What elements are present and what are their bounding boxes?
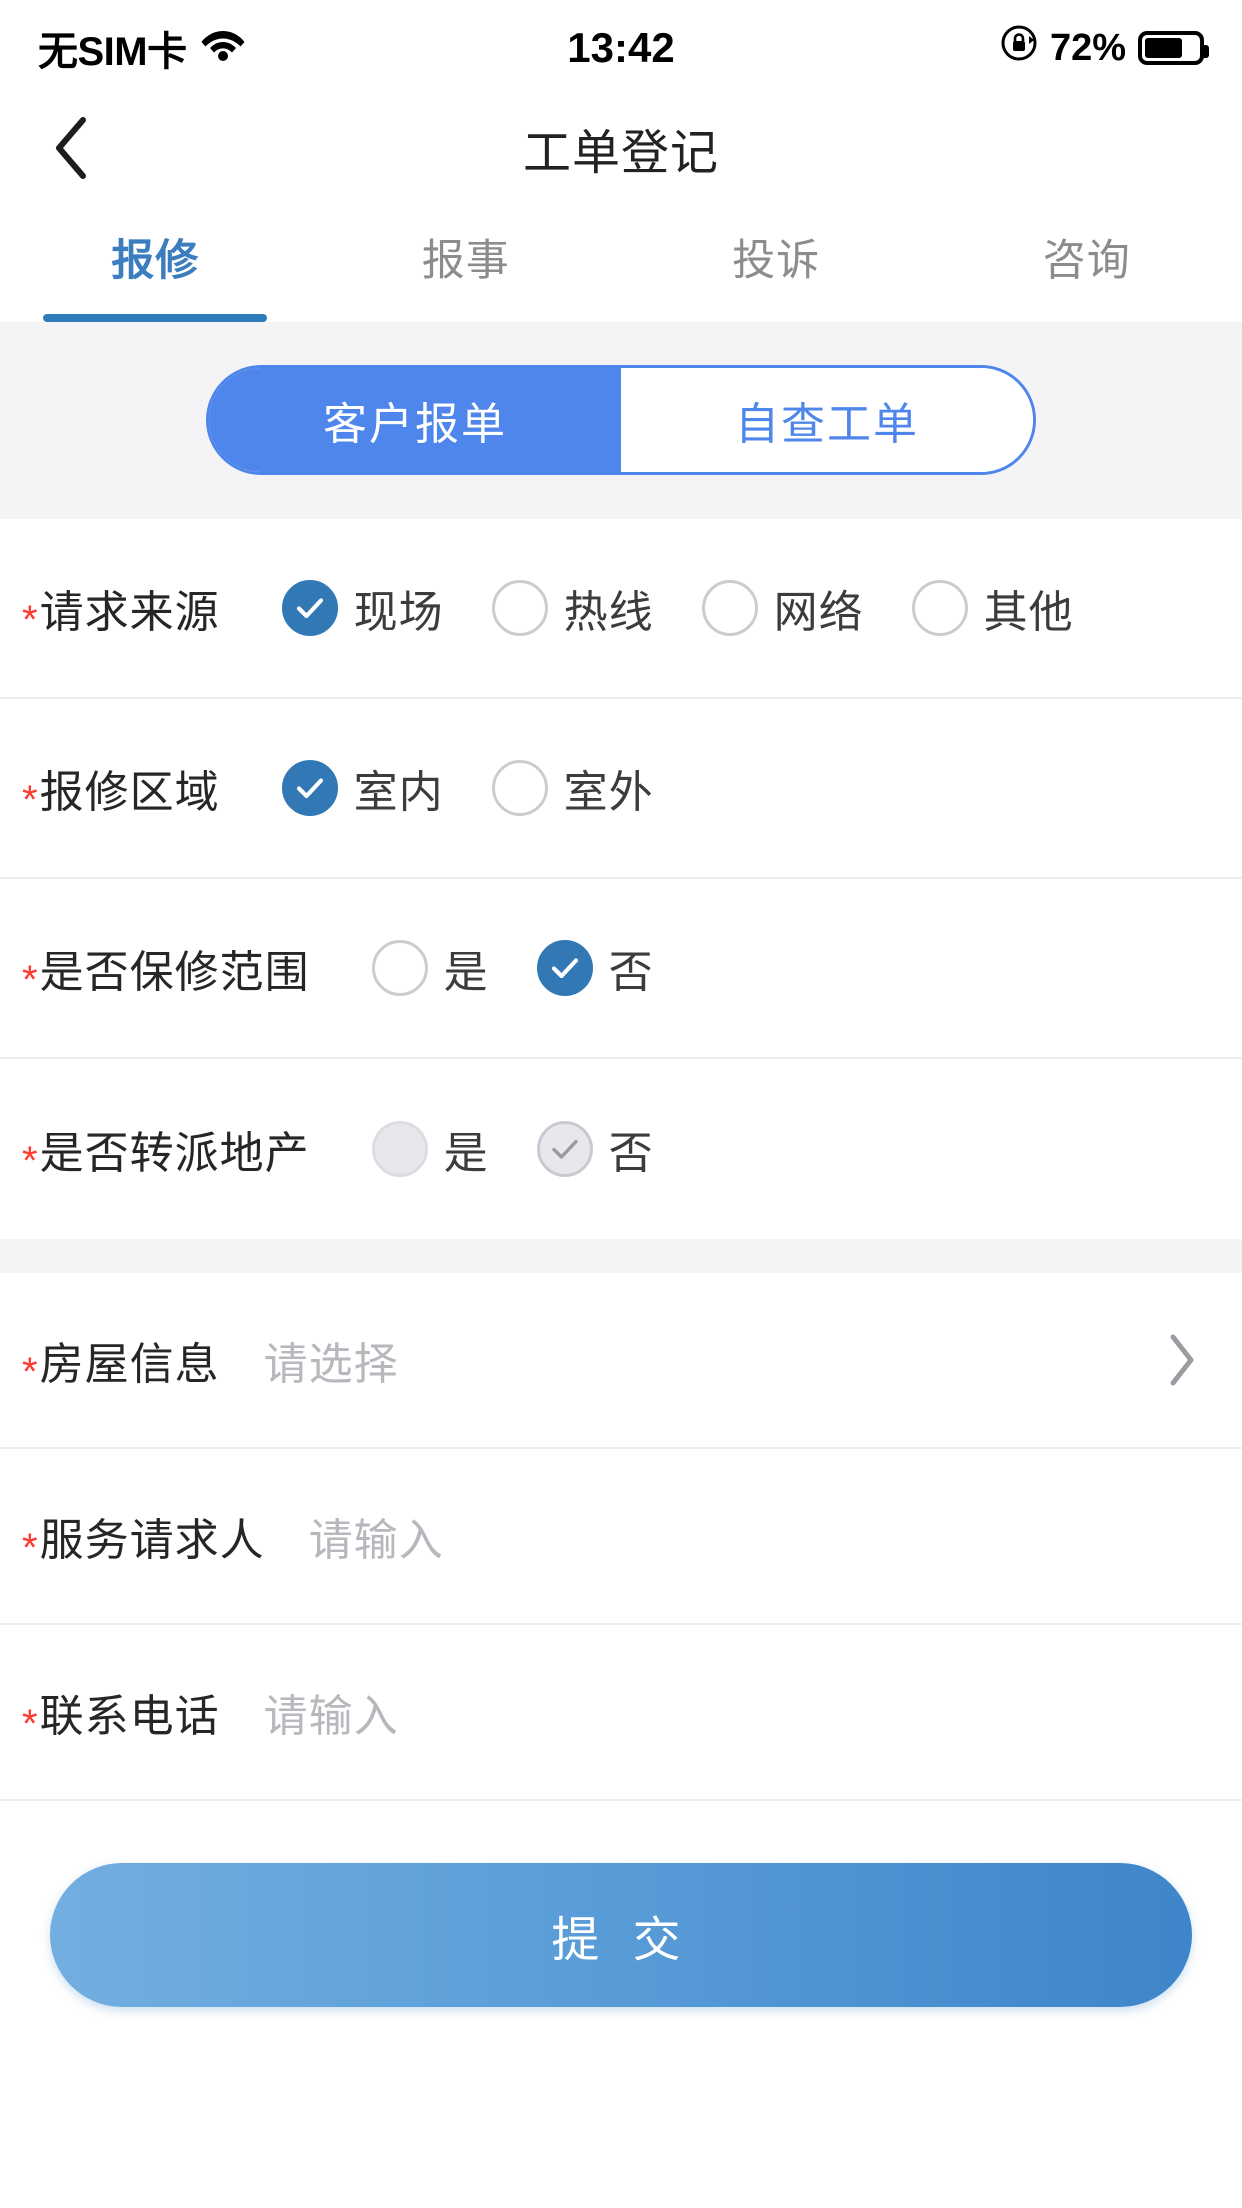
radio-option-label: 室外: [563, 768, 654, 817]
radio-option-warranty-no[interactable]: 否: [536, 936, 654, 1000]
radio-unchecked-icon: [911, 580, 968, 636]
radio-group: 是 否: [371, 1117, 654, 1181]
status-bar: 无SIM卡 13:42 72%: [0, 0, 1242, 96]
radio-checked-icon: [536, 940, 593, 996]
form-row-transfer-property: * 是否转派地产 是 否: [0, 1059, 1242, 1239]
tab-active-indicator: [43, 314, 268, 322]
tab-label: 报修: [111, 237, 200, 285]
radio-option-label: 网络: [773, 588, 864, 637]
back-button[interactable]: [36, 113, 106, 183]
radio-unchecked-icon: [491, 580, 548, 636]
battery-icon: [1138, 31, 1209, 65]
battery-fill: [1145, 38, 1183, 58]
radio-checked-icon: [281, 760, 338, 816]
radio-option-label: 现场: [353, 588, 444, 637]
submit-area: 提 交: [0, 1801, 1242, 2007]
contact-phone-input[interactable]: 请输入: [264, 1680, 1212, 1744]
submit-button[interactable]: 提 交: [50, 1863, 1192, 2007]
radio-unchecked-icon: [491, 760, 548, 816]
tab-label: 报事: [421, 237, 510, 285]
field-label: * 服务请求人: [22, 1504, 265, 1568]
tab-label: 咨询: [1042, 237, 1131, 285]
page-title: 工单登记: [522, 127, 719, 180]
field-label-text: 是否转派地产: [39, 1129, 310, 1178]
required-asterisk: *: [22, 958, 38, 1002]
radio-option-label: 是: [443, 1129, 489, 1178]
requester-input[interactable]: 请输入: [309, 1504, 1212, 1568]
radio-option-qita[interactable]: 其他: [911, 576, 1074, 640]
chevron-right-icon[interactable]: [1152, 1330, 1212, 1390]
form-section-inputs: * 房屋信息 请选择 * 服务请求人 请输入 * 联系电话 请输入: [0, 1273, 1242, 1801]
field-label: * 报修区域: [22, 756, 220, 820]
radio-group: 室内 室外: [281, 756, 654, 820]
tab-baoxiu[interactable]: 报修: [0, 200, 311, 322]
radio-unchecked-icon: [701, 580, 758, 636]
segment-label: 客户报单: [323, 400, 507, 449]
radio-checked-icon: [281, 580, 338, 636]
field-label-text: 是否保修范围: [39, 948, 310, 997]
radio-option-label: 室内: [353, 768, 444, 817]
house-info-value[interactable]: 请选择: [264, 1328, 1152, 1392]
segment-zicha-gongdan[interactable]: 自查工单: [621, 368, 1033, 472]
field-label: * 房屋信息: [22, 1328, 220, 1392]
radio-option-shinei[interactable]: 室内: [281, 756, 444, 820]
tab-zixun[interactable]: 咨询: [932, 200, 1242, 322]
form-section-radios: * 请求来源 现场 热线 网络 其他 * 报修区域 室内 室外 * 是否保修范围…: [0, 519, 1242, 1239]
radio-option-label: 否: [608, 1129, 654, 1178]
field-label: * 是否转派地产: [22, 1117, 310, 1181]
required-asterisk: *: [22, 598, 38, 642]
radio-option-label: 否: [608, 948, 654, 997]
radio-option-wangluo[interactable]: 网络: [701, 576, 864, 640]
required-asterisk: *: [22, 1350, 38, 1394]
radio-option-transfer-no: 否: [536, 1117, 654, 1181]
radio-option-transfer-yes: 是: [371, 1117, 489, 1181]
radio-option-shiwai[interactable]: 室外: [491, 756, 654, 820]
radio-group: 现场 热线 网络 其他: [281, 576, 1074, 640]
required-asterisk: *: [22, 1526, 38, 1570]
tab-label: 投诉: [732, 237, 821, 285]
tab-tousu[interactable]: 投诉: [621, 200, 932, 322]
radio-disabled-unchecked-icon: [371, 1121, 428, 1177]
form-row-request-source: * 请求来源 现场 热线 网络 其他: [0, 519, 1242, 699]
radio-option-label: 是: [443, 948, 489, 997]
radio-option-warranty-yes[interactable]: 是: [371, 936, 489, 1000]
required-asterisk: *: [22, 778, 38, 822]
segment-band: 客户报单 自查工单: [0, 322, 1242, 519]
navigation-bar: 工单登记: [0, 96, 1242, 200]
field-label-text: 请求来源: [39, 588, 220, 637]
segmented-control: 客户报单 自查工单: [206, 365, 1036, 475]
segment-kehu-baodan[interactable]: 客户报单: [209, 368, 621, 472]
section-divider-band: [0, 1239, 1242, 1273]
radio-group: 是 否: [371, 936, 654, 1000]
form-row-contact-phone[interactable]: * 联系电话 请输入: [0, 1625, 1242, 1801]
tab-bar: 报修 报事 投诉 咨询: [0, 200, 1242, 322]
field-label-text: 服务请求人: [39, 1516, 265, 1565]
field-label: * 联系电话: [22, 1680, 220, 1744]
field-label: * 是否保修范围: [22, 936, 310, 1000]
radio-disabled-checked-icon: [536, 1121, 593, 1177]
form-row-warranty-scope: * 是否保修范围 是 否: [0, 879, 1242, 1059]
radio-option-rexian[interactable]: 热线: [491, 576, 654, 640]
required-asterisk: *: [22, 1139, 38, 1183]
status-bar-clock: 13:42: [567, 24, 675, 71]
radio-option-label: 热线: [563, 588, 654, 637]
field-label: * 请求来源: [22, 576, 220, 640]
required-asterisk: *: [22, 1702, 38, 1746]
field-label-text: 报修区域: [39, 768, 220, 817]
radio-unchecked-icon: [371, 940, 428, 996]
chevron-left-icon: [56, 117, 86, 179]
form-row-requester[interactable]: * 服务请求人 请输入: [0, 1449, 1242, 1625]
radio-option-label: 其他: [983, 588, 1074, 637]
form-row-house-info[interactable]: * 房屋信息 请选择: [0, 1273, 1242, 1449]
field-label-text: 联系电话: [39, 1692, 220, 1741]
app-screen: 无SIM卡 13:42 72% 工单登记 报修 报事 投诉 咨询 客户报单 自查…: [0, 0, 1242, 2208]
field-label-text: 房屋信息: [39, 1340, 220, 1389]
segment-label: 自查工单: [735, 400, 919, 449]
form-row-repair-area: * 报修区域 室内 室外: [0, 699, 1242, 879]
tab-baoshi[interactable]: 报事: [311, 200, 622, 322]
radio-option-xianchang[interactable]: 现场: [281, 576, 444, 640]
